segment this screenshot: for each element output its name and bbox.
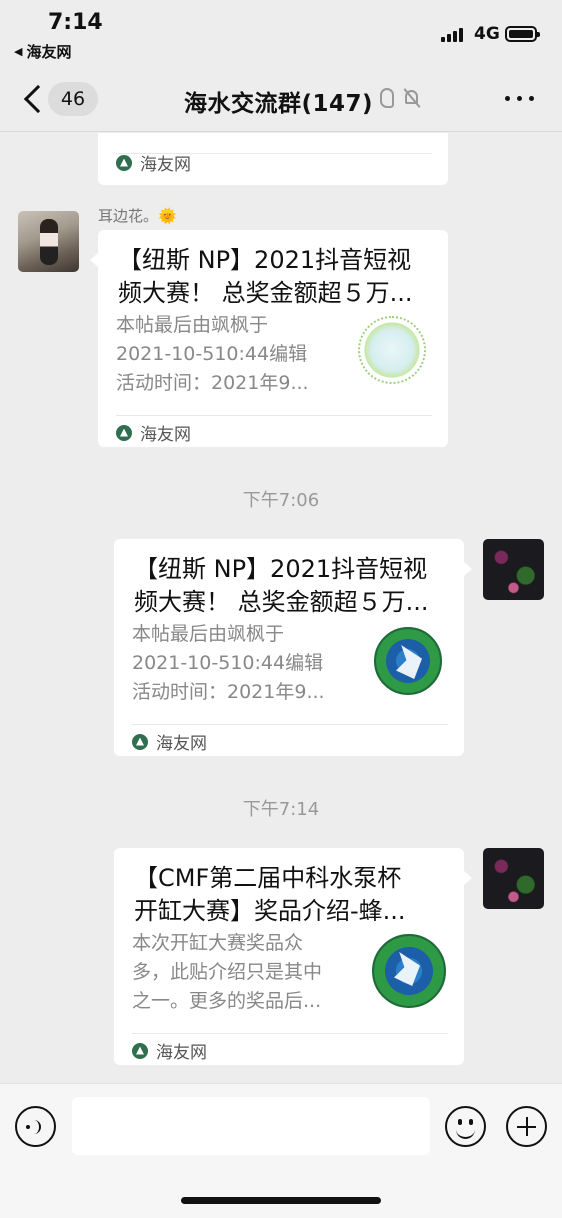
card-source: 海友网 (132, 729, 207, 754)
message-input[interactable] (72, 1097, 430, 1155)
home-indicator (181, 1197, 381, 1204)
card-source-label: 海友网 (140, 155, 191, 175)
source-logo-icon (116, 424, 132, 441)
card-source: 海友网 (116, 150, 191, 175)
card-source: 海友网 (116, 420, 191, 445)
card-desc-line: 2021-10-510:44编辑 (116, 343, 308, 365)
chat-title: 海水交流群(147) (184, 91, 374, 117)
card-desc-line: 本帖最后由飒枫于 (116, 314, 269, 336)
network-type: 4G (474, 24, 500, 44)
card-desc-line: 活动时间：2021年9... (116, 372, 309, 394)
card-desc-line: 活动时间：2021年9... (132, 681, 325, 703)
link-card[interactable]: 【CMF第二届中科水泵杯 开缸大赛】奖品介绍-蜂... 本次开缸大赛奖品众 多，… (114, 848, 472, 1065)
source-logo-icon (132, 1042, 148, 1059)
chat-message-list[interactable]: 海友网 耳边花。🌞 【纽斯 NP】2021抖音短视 频大赛！ 总奖金额超５万..… (0, 133, 562, 1083)
back-app-label: 海友网 (26, 43, 72, 61)
voice-icon[interactable] (15, 1106, 56, 1147)
more-icon[interactable] (505, 96, 535, 102)
ear-icon (380, 88, 394, 108)
back-chevron-icon[interactable] (22, 84, 42, 114)
source-logo-icon (132, 733, 148, 750)
avatar[interactable] (483, 848, 544, 909)
card-title-line: 【纽斯 NP】2021抖音短视 (118, 246, 412, 274)
card-title-line: 【CMF第二届中科水泵杯 (134, 864, 402, 892)
card-thumbnail (374, 627, 442, 695)
signal-icon (441, 28, 467, 42)
avatar[interactable] (18, 211, 79, 272)
mute-icon (402, 88, 422, 108)
unread-count-badge[interactable]: 46 (48, 82, 98, 116)
card-title-line: 开缸大赛】奖品介绍-蜂... (134, 897, 406, 925)
battery-icon (505, 26, 540, 42)
card-source-label: 海友网 (140, 425, 191, 445)
card-desc-line: 2021-10-510:44编辑 (132, 652, 324, 674)
status-time: 7:14 (48, 10, 103, 35)
sender-name: 耳边花。🌞 (98, 207, 177, 225)
card-thumbnail (372, 934, 446, 1008)
card-divider (116, 415, 432, 416)
message-timestamp: 下午7:06 (242, 490, 320, 511)
back-triangle-icon: ◀ (14, 45, 23, 58)
card-desc-line: 之一。更多的奖品后... (132, 990, 322, 1012)
emoji-icon[interactable] (445, 1106, 486, 1147)
card-source: 海友网 (132, 1038, 207, 1063)
card-divider (132, 724, 448, 725)
link-card[interactable]: 【纽斯 NP】2021抖音短视 频大赛！ 总奖金额超５万... 本帖最后由飒枫于… (90, 230, 448, 447)
back-to-app-link[interactable]: ◀ 海友网 (14, 41, 71, 62)
card-title-line: 频大赛！ 总奖金额超５万... (134, 588, 429, 616)
card-title-line: 频大赛！ 总奖金额超５万... (118, 279, 413, 307)
card-source-label: 海友网 (156, 1043, 207, 1063)
avatar[interactable] (483, 539, 544, 600)
card-desc-line: 本帖最后由飒枫于 (132, 623, 285, 645)
card-source-label: 海友网 (156, 734, 207, 754)
card-thumbnail (358, 316, 426, 384)
card-desc-line: 多，此贴介绍只是其中 (132, 961, 323, 983)
plus-icon[interactable] (506, 1106, 547, 1147)
card-desc-line: 本次开缸大赛奖品众 (132, 932, 304, 954)
message-timestamp: 下午7:14 (242, 799, 320, 820)
status-bar: 7:14 ◀ 海友网 4G (0, 0, 562, 66)
chat-header: 46 海水交流群(147) (0, 66, 562, 132)
source-logo-icon (116, 154, 132, 171)
link-card[interactable]: 海友网 (98, 133, 448, 185)
card-divider (132, 1033, 448, 1034)
card-title-line: 【纽斯 NP】2021抖音短视 (134, 555, 428, 583)
link-card[interactable]: 【纽斯 NP】2021抖音短视 频大赛！ 总奖金额超５万... 本帖最后由飒枫于… (114, 539, 472, 756)
